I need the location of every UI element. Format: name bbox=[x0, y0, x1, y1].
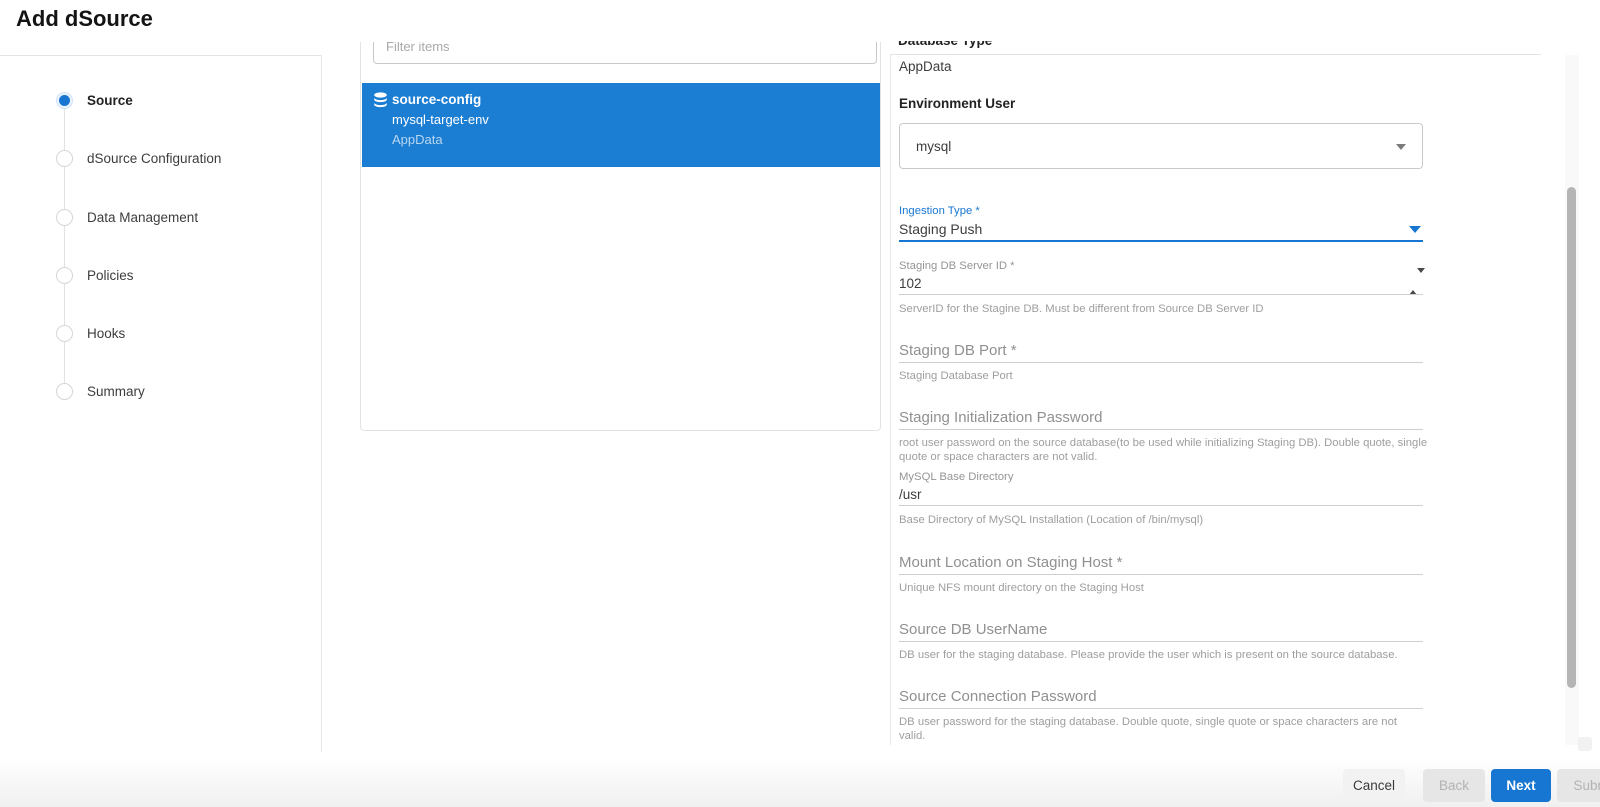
field-underline bbox=[899, 429, 1423, 430]
ingestion-type-underline bbox=[899, 240, 1423, 242]
staging-db-server-id-input[interactable]: 102 bbox=[899, 276, 1423, 291]
back-button[interactable]: Back bbox=[1423, 769, 1485, 802]
scrollbar-corner bbox=[1578, 737, 1592, 751]
mysql-base-directory-helper: Base Directory of MySQL Installation (Lo… bbox=[899, 514, 1204, 526]
source-config-name: source-config bbox=[392, 92, 482, 107]
step-active-dot-icon bbox=[56, 91, 73, 109]
staging-init-password-input[interactable]: Staging Initialization Password bbox=[899, 409, 1423, 426]
mount-location-helper: Unique NFS mount directory on the Stagin… bbox=[899, 582, 1144, 594]
field-underline bbox=[899, 362, 1423, 363]
dropdown-arrow-icon[interactable] bbox=[1409, 226, 1421, 233]
mysql-base-directory-label: MySQL Base Directory bbox=[899, 471, 1014, 483]
step-policies[interactable]: Policies bbox=[56, 266, 134, 284]
step-label: Summary bbox=[87, 383, 145, 399]
database-type-value: AppData bbox=[899, 59, 952, 74]
step-hooks[interactable]: Hooks bbox=[56, 324, 125, 342]
staging-db-port-helper: Staging Database Port bbox=[899, 370, 1013, 382]
source-list-item-selected[interactable]: source-config mysql-target-env AppData bbox=[362, 83, 880, 167]
source-connection-password-input[interactable]: Source Connection Password bbox=[899, 688, 1423, 705]
mysql-base-directory-input[interactable]: /usr bbox=[899, 487, 1423, 502]
submit-button[interactable]: Submit bbox=[1557, 769, 1600, 802]
next-button[interactable]: Next bbox=[1491, 769, 1551, 802]
step-dot-icon bbox=[56, 149, 73, 167]
environment-user-select[interactable]: mysql bbox=[899, 123, 1423, 169]
field-underline bbox=[899, 505, 1423, 506]
filter-input[interactable] bbox=[373, 42, 877, 64]
database-icon bbox=[373, 92, 388, 115]
clipped-database-type-label: Database Type bbox=[898, 41, 1098, 53]
mount-location-input[interactable]: Mount Location on Staging Host * bbox=[899, 554, 1423, 571]
field-underline bbox=[899, 641, 1423, 642]
source-list-panel: source-config mysql-target-env AppData bbox=[360, 42, 881, 431]
source-type: AppData bbox=[392, 132, 443, 147]
step-dot-icon bbox=[56, 382, 73, 400]
scrollbar-thumb[interactable] bbox=[1567, 187, 1576, 688]
step-summary[interactable]: Summary bbox=[56, 382, 145, 400]
add-dsource-wizard: Add dSource Source dSource Configuration… bbox=[0, 0, 1600, 807]
step-dsource-configuration[interactable]: dSource Configuration bbox=[56, 149, 221, 167]
field-underline bbox=[899, 574, 1423, 575]
cancel-button[interactable]: Cancel bbox=[1343, 769, 1405, 802]
number-stepper-icon[interactable] bbox=[1409, 268, 1425, 295]
dsource-form-panel: AppData Environment User mysql Ingestion… bbox=[890, 54, 1541, 745]
step-dot-icon bbox=[56, 208, 73, 226]
step-dot-icon bbox=[56, 266, 73, 284]
staging-db-port-input[interactable]: Staging DB Port * bbox=[899, 342, 1423, 359]
field-underline bbox=[899, 708, 1423, 709]
step-source[interactable]: Source bbox=[56, 91, 133, 109]
source-environment: mysql-target-env bbox=[392, 112, 489, 127]
environment-user-label: Environment User bbox=[899, 96, 1016, 111]
staging-db-server-id-label: Staging DB Server ID * bbox=[899, 260, 1015, 272]
environment-user-value: mysql bbox=[916, 138, 952, 154]
page-title: Add dSource bbox=[16, 6, 153, 31]
header-divider bbox=[0, 55, 322, 56]
step-label: dSource Configuration bbox=[87, 150, 222, 166]
source-db-username-input[interactable]: Source DB UserName bbox=[899, 621, 1423, 638]
step-label: Source bbox=[87, 92, 133, 108]
ingestion-type-label: Ingestion Type * bbox=[899, 205, 980, 217]
source-db-username-helper: DB user for the staging database. Please… bbox=[899, 649, 1398, 661]
staging-init-password-helper: root user password on the source databas… bbox=[899, 437, 1428, 463]
source-connection-password-helper: DB user password for the staging databas… bbox=[899, 716, 1397, 742]
step-data-management[interactable]: Data Management bbox=[56, 208, 198, 226]
staging-db-server-id-helper: ServerID for the Stagine DB. Must be dif… bbox=[899, 303, 1264, 315]
stepper-connector-line bbox=[64, 100, 65, 391]
step-label: Data Management bbox=[87, 209, 199, 225]
step-label: Policies bbox=[87, 267, 134, 283]
step-dot-icon bbox=[56, 324, 73, 342]
chevron-down-icon bbox=[1396, 144, 1406, 150]
field-underline bbox=[899, 294, 1423, 295]
step-label: Hooks bbox=[87, 325, 126, 341]
sidebar-divider bbox=[321, 55, 322, 752]
ingestion-type-value[interactable]: Staging Push bbox=[899, 221, 1423, 237]
